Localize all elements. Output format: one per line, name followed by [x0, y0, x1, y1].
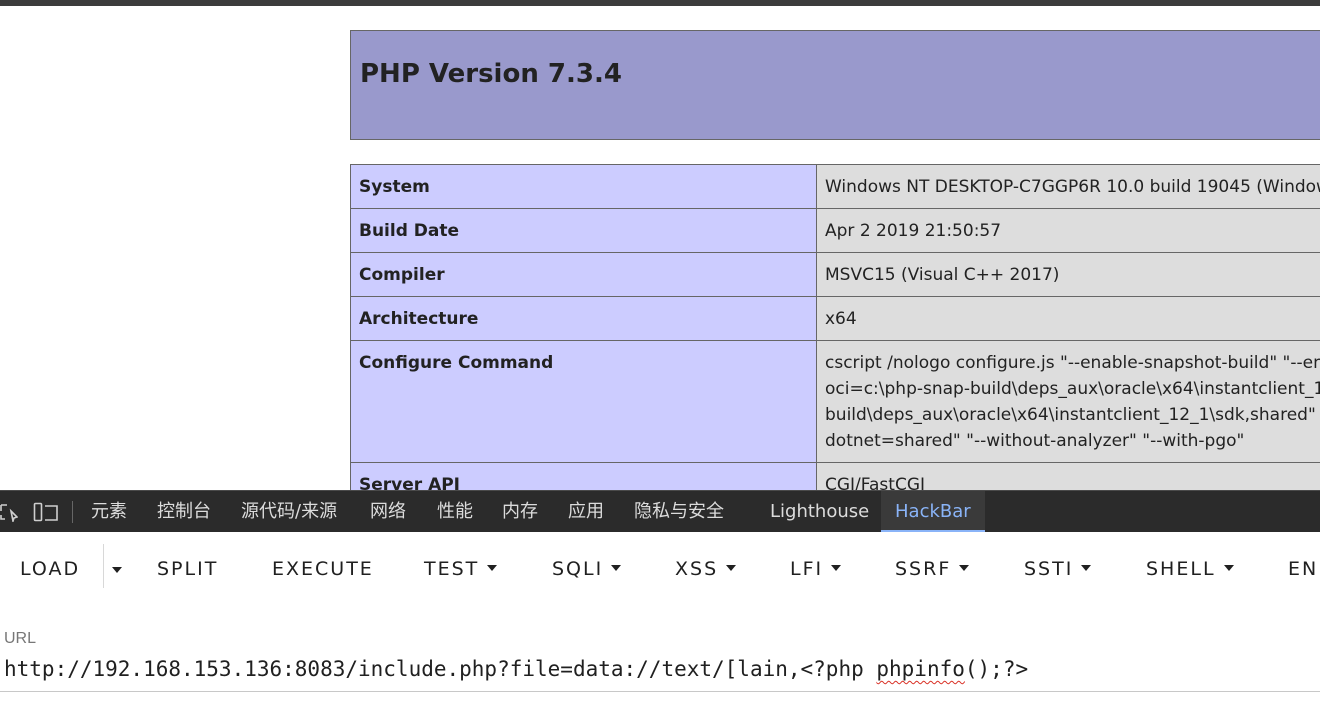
url-label: URL	[4, 630, 37, 647]
tab-sources[interactable]: 源代码/来源	[241, 491, 337, 533]
chevron-down-icon	[831, 564, 842, 571]
devtools-tab-bar: 元素 控制台 源代码/来源 网络 性能 内存 应用 隐私与安全 Lighthou…	[0, 490, 1320, 533]
row-label: Architecture	[350, 296, 817, 341]
tab-performance[interactable]: 性能	[437, 491, 473, 533]
tab-network[interactable]: 网络	[370, 491, 406, 533]
tab-hackbar[interactable]: HackBar	[881, 491, 985, 533]
chevron-down-icon	[959, 564, 970, 571]
row-value: MSVC15 (Visual C++ 2017)	[816, 252, 1320, 297]
tab-separator	[72, 501, 73, 523]
tab-console[interactable]: 控制台	[157, 491, 211, 533]
split-button[interactable]: SPLIT	[157, 554, 218, 584]
php-version-header: PHP Version 7.3.4	[350, 30, 1320, 140]
hackbar-toolbar: LOAD SPLIT EXECUTE TEST SQLI XSS LFI SSR…	[0, 532, 1320, 600]
ssrf-menu-button[interactable]: SSRF	[895, 554, 970, 584]
xss-menu-button[interactable]: XSS	[675, 554, 737, 584]
execute-button[interactable]: EXECUTE	[272, 554, 374, 584]
spellcheck-word: phpinfo	[876, 657, 965, 681]
toolbar-divider	[103, 544, 104, 588]
inspect-element-icon[interactable]	[0, 502, 22, 525]
sqli-menu-button[interactable]: SQLI	[552, 554, 622, 584]
chevron-down-icon	[611, 564, 622, 571]
tab-lighthouse[interactable]: Lighthouse	[770, 491, 869, 533]
row-value: CGI/FastCGI	[816, 462, 1320, 490]
shell-menu-button[interactable]: SHELL	[1146, 554, 1234, 584]
table-row: Compiler MSVC15 (Visual C++ 2017)	[350, 252, 1320, 297]
chevron-down-icon	[726, 564, 737, 571]
row-value: Apr 2 2019 21:50:57	[816, 208, 1320, 253]
row-label: Server API	[350, 462, 817, 490]
table-row: Build Date Apr 2 2019 21:50:57	[350, 208, 1320, 253]
table-row: Configure Command cscript /nologo config…	[350, 340, 1320, 463]
table-row: System Windows NT DESKTOP-C7GGP6R 10.0 b…	[350, 164, 1320, 209]
test-menu-button[interactable]: TEST	[424, 554, 498, 584]
row-label: Configure Command	[350, 340, 817, 463]
load-dropdown-icon[interactable]	[112, 567, 122, 573]
tab-privacy-security[interactable]: 隐私与安全	[634, 491, 724, 533]
ssti-menu-button[interactable]: SSTI	[1024, 554, 1092, 584]
tab-elements[interactable]: 元素	[91, 491, 127, 533]
device-toolbar-icon[interactable]	[33, 502, 58, 522]
row-value: cscript /nologo configure.js "--enable-s…	[816, 340, 1320, 463]
table-row: Server API CGI/FastCGI	[350, 462, 1320, 490]
load-button[interactable]: LOAD	[20, 554, 80, 584]
row-label: Compiler	[350, 252, 817, 297]
phpinfo-page: PHP Version 7.3.4 System Windows NT DESK…	[0, 6, 1320, 490]
row-value: x64	[816, 296, 1320, 341]
row-value: Windows NT DESKTOP-C7GGP6R 10.0 build 19…	[816, 164, 1320, 209]
chevron-down-icon	[1223, 564, 1234, 571]
tab-application[interactable]: 应用	[568, 491, 604, 533]
devtools-panel: 元素 控制台 源代码/来源 网络 性能 内存 应用 隐私与安全 Lighthou…	[0, 490, 1320, 715]
lfi-menu-button[interactable]: LFI	[790, 554, 842, 584]
url-input[interactable]: http://192.168.153.136:8083/include.php?…	[0, 652, 1320, 692]
chevron-down-icon	[487, 564, 498, 571]
row-label: Build Date	[350, 208, 817, 253]
table-row: Architecture x64	[350, 296, 1320, 341]
chevron-down-icon	[1081, 564, 1092, 571]
page-title: PHP Version 7.3.4	[360, 59, 622, 89]
encoding-menu-button[interactable]: EN	[1288, 554, 1318, 584]
php-info-table: System Windows NT DESKTOP-C7GGP6R 10.0 b…	[350, 164, 1320, 490]
tab-memory[interactable]: 内存	[502, 491, 538, 533]
row-label: System	[350, 164, 817, 209]
